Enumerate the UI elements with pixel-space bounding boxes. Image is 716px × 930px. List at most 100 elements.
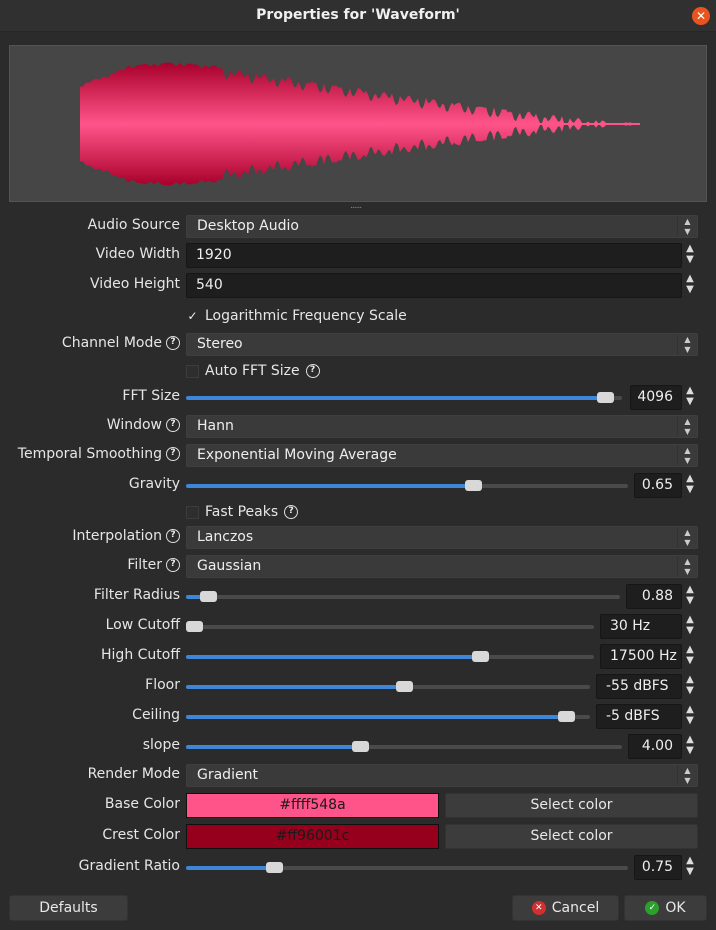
checkmark-icon: ✓	[187, 308, 198, 323]
ceiling-input[interactable]: -5 dBFS	[596, 704, 682, 729]
slider-handle[interactable]	[186, 621, 203, 632]
cancel-button[interactable]: ✕ Cancel	[512, 895, 619, 921]
cancel-label: Cancel	[551, 900, 600, 916]
gradient-ratio-value: 0.75	[641, 859, 673, 875]
slider-handle[interactable]	[352, 741, 370, 752]
audio-source-label: Audio Source	[87, 217, 180, 233]
high-cutoff-stepper-icon[interactable]: ▲ ▼	[682, 644, 698, 669]
slider-handle[interactable]	[396, 681, 414, 692]
low-cutoff-slider[interactable]	[186, 621, 594, 632]
high-cutoff-input[interactable]: 17500 Hz	[600, 644, 682, 669]
video-width-row: Video Width 1920 ▲ ▼	[0, 243, 716, 268]
temporal-smoothing-value: Exponential Moving Average	[197, 447, 397, 463]
checkbox-icon	[186, 505, 199, 519]
high-cutoff-row: High Cutoff 17500 Hz ▲ ▼	[0, 644, 716, 669]
video-height-label: Video Height	[90, 276, 180, 292]
gravity-slider[interactable]	[186, 480, 628, 491]
checkbox-icon	[186, 364, 199, 378]
resize-grip[interactable]: ......	[350, 201, 362, 211]
slope-input[interactable]: 4.00	[628, 734, 682, 759]
base-color-swatch: #ffff548a	[186, 793, 439, 818]
filter-radius-input[interactable]: 0.88	[626, 584, 682, 609]
filter-radius-stepper-icon[interactable]: ▲ ▼	[682, 584, 698, 609]
video-height-stepper-icon[interactable]: ▲ ▼	[682, 273, 698, 298]
defaults-button[interactable]: Defaults	[9, 895, 128, 921]
slope-stepper-icon[interactable]: ▲ ▼	[682, 734, 698, 759]
gradient-ratio-slider[interactable]	[186, 862, 628, 873]
help-icon[interactable]: ?	[166, 418, 180, 432]
gradient-ratio-stepper-icon[interactable]: ▲ ▼	[682, 855, 698, 880]
close-icon[interactable]: ✕	[692, 7, 710, 25]
slider-handle[interactable]	[199, 591, 217, 602]
low-cutoff-value: 30 Hz	[610, 618, 651, 634]
ceiling-stepper-icon[interactable]: ▲ ▼	[682, 704, 698, 729]
filter-value: Gaussian	[197, 558, 262, 574]
help-icon[interactable]: ?	[166, 558, 180, 572]
fft-size-row: FFT Size 4096 ▲ ▼	[0, 385, 716, 410]
slider-handle[interactable]	[557, 711, 575, 722]
filter-radius-slider[interactable]	[186, 591, 620, 602]
filter-label: Filter?	[127, 557, 180, 573]
slider-handle[interactable]	[465, 480, 483, 491]
high-cutoff-value: 17500 Hz	[610, 648, 677, 664]
interpolation-select[interactable]: Lanczos ▲ ▼	[186, 526, 698, 549]
help-icon[interactable]: ?	[166, 529, 180, 543]
temporal-smoothing-select[interactable]: Exponential Moving Average ▲ ▼	[186, 444, 698, 467]
window-select[interactable]: Hann ▲ ▼	[186, 415, 698, 438]
ceiling-slider[interactable]	[186, 711, 590, 722]
gravity-input[interactable]: 0.65	[634, 473, 682, 498]
low-cutoff-input[interactable]: 30 Hz	[600, 614, 682, 639]
gravity-stepper-icon[interactable]: ▲ ▼	[682, 473, 698, 498]
filter-radius-label: Filter Radius	[93, 587, 180, 603]
ok-button[interactable]: ✓ OK	[624, 895, 707, 921]
log-scale-row: ✓ Logarithmic Frequency Scale	[0, 304, 716, 329]
temporal-smoothing-label: Temporal Smoothing?	[18, 446, 180, 462]
channel-mode-label: Channel Mode?	[62, 335, 180, 351]
slider-handle[interactable]	[471, 651, 489, 662]
auto-fft-checkbox[interactable]: Auto FFT Size ?	[186, 363, 320, 379]
video-height-input[interactable]: 540	[186, 273, 682, 298]
help-icon[interactable]: ?	[305, 364, 320, 378]
gradient-ratio-row: Gradient Ratio 0.75 ▲ ▼	[0, 855, 716, 880]
high-cutoff-slider[interactable]	[186, 651, 594, 662]
updown-icon: ▲ ▼	[677, 216, 697, 237]
audio-source-select[interactable]: Desktop Audio ▲ ▼	[186, 215, 698, 238]
slope-slider[interactable]	[186, 741, 622, 752]
video-width-stepper-icon[interactable]: ▲ ▼	[682, 243, 698, 268]
crest-color-select-button[interactable]: Select color	[445, 824, 698, 849]
slider-handle[interactable]	[266, 862, 284, 873]
floor-input[interactable]: -55 dBFS	[596, 674, 682, 699]
low-cutoff-label: Low Cutoff	[105, 617, 180, 633]
floor-stepper-icon[interactable]: ▲ ▼	[682, 674, 698, 699]
fft-size-slider[interactable]	[186, 392, 622, 403]
gradient-ratio-input[interactable]: 0.75	[634, 855, 682, 880]
temporal-smoothing-row: Temporal Smoothing? Exponential Moving A…	[0, 443, 716, 468]
render-mode-select[interactable]: Gradient ▲ ▼	[186, 764, 698, 787]
help-icon[interactable]: ?	[284, 505, 299, 519]
updown-icon: ▲ ▼	[677, 416, 697, 437]
window-value: Hann	[197, 418, 234, 434]
fft-size-label: FFT Size	[122, 388, 180, 404]
slider-handle[interactable]	[596, 392, 614, 403]
crest-color-row: Crest Color #ff96001c Select color	[0, 824, 716, 849]
video-width-input[interactable]: 1920	[186, 243, 682, 268]
fft-size-value: 4096	[637, 389, 673, 405]
updown-icon: ▲ ▼	[677, 527, 697, 548]
help-icon[interactable]: ?	[166, 336, 180, 350]
fast-peaks-checkbox[interactable]: Fast Peaks ?	[186, 504, 299, 520]
log-scale-checkbox[interactable]: ✓ Logarithmic Frequency Scale	[186, 308, 406, 324]
floor-slider[interactable]	[186, 681, 590, 692]
fft-size-input[interactable]: 4096	[630, 385, 682, 410]
filter-select[interactable]: Gaussian ▲ ▼	[186, 555, 698, 578]
base-color-select-button[interactable]: Select color	[445, 793, 698, 818]
fft-size-stepper-icon[interactable]: ▲ ▼	[682, 385, 698, 410]
help-icon[interactable]: ?	[166, 447, 180, 461]
waveform-graphic	[80, 62, 640, 186]
floor-label: Floor	[145, 677, 180, 693]
gravity-row: Gravity 0.65 ▲ ▼	[0, 473, 716, 498]
window-title: Properties for 'Waveform'	[256, 7, 460, 23]
channel-mode-select[interactable]: Stereo ▲ ▼	[186, 333, 698, 356]
low-cutoff-stepper-icon[interactable]: ▲ ▼	[682, 614, 698, 639]
defaults-label: Defaults	[39, 900, 98, 916]
slope-label: slope	[142, 737, 180, 753]
